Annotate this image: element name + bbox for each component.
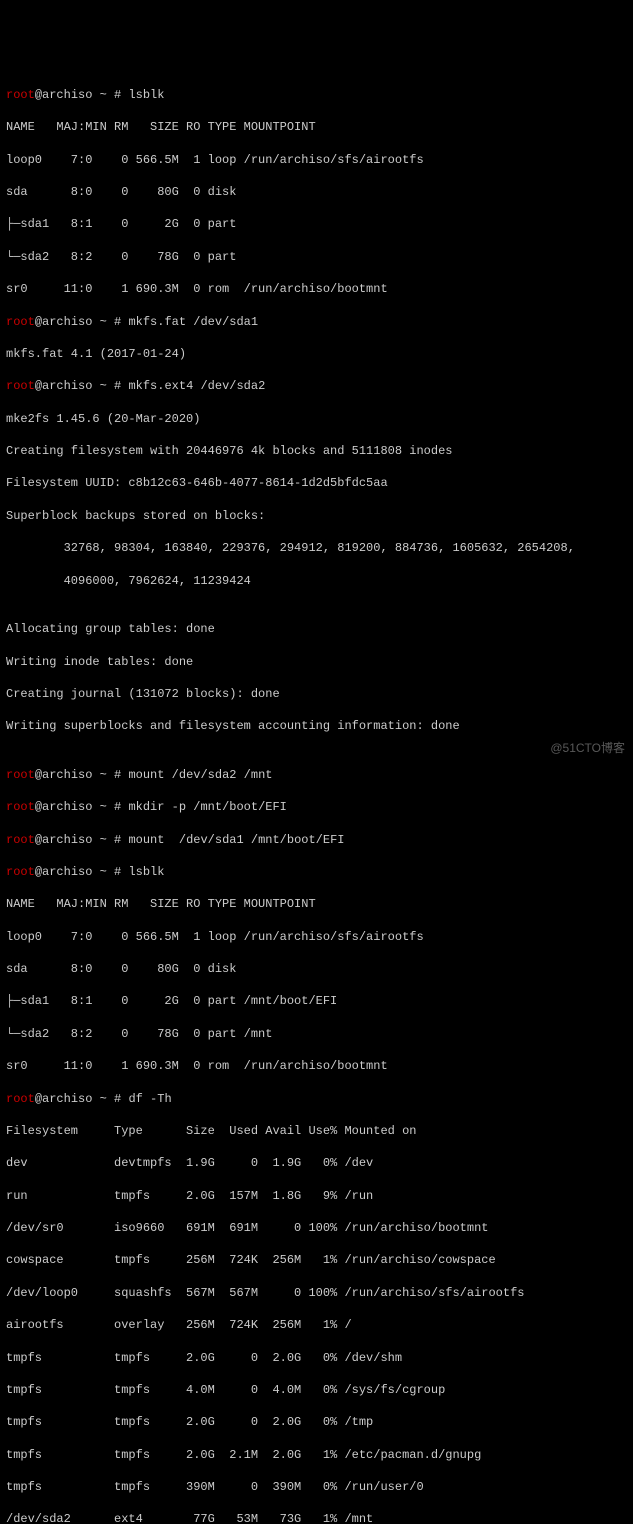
user: root [6,800,35,814]
df-row: tmpfs tmpfs 390M 0 390M 0% /run/user/0 [6,1479,627,1495]
lsblk-row: sr0 11:0 1 690.3M 0 rom /run/archiso/boo… [6,1058,627,1074]
lsblk-row: sr0 11:0 1 690.3M 0 rom /run/archiso/boo… [6,281,627,297]
df-row: tmpfs tmpfs 2.0G 2.1M 2.0G 1% /etc/pacma… [6,1447,627,1463]
df-row: run tmpfs 2.0G 157M 1.8G 9% /run [6,1188,627,1204]
output-line: Allocating group tables: done [6,621,627,637]
df-row: cowspace tmpfs 256M 724K 256M 1% /run/ar… [6,1252,627,1268]
watermark: @51CTO博客 [550,740,625,756]
user: root [6,315,35,329]
prompt-line[interactable]: root@archiso ~ # mkfs.ext4 /dev/sda2 [6,378,627,394]
lsblk-row: loop0 7:0 0 566.5M 1 loop /run/archiso/s… [6,152,627,168]
output-line: Writing inode tables: done [6,654,627,670]
lsblk-row: sda 8:0 0 80G 0 disk [6,184,627,200]
output-line: Creating journal (131072 blocks): done [6,686,627,702]
user: root [6,1092,35,1106]
df-row: /dev/sda2 ext4 77G 53M 73G 1% /mnt [6,1511,627,1524]
df-header: Filesystem Type Size Used Avail Use% Mou… [6,1123,627,1139]
output-line: mke2fs 1.45.6 (20-Mar-2020) [6,411,627,427]
prompt-line[interactable]: root@archiso ~ # lsblk [6,87,627,103]
df-row: /dev/sr0 iso9660 691M 691M 0 100% /run/a… [6,1220,627,1236]
prompt-line[interactable]: root@archiso ~ # mount /dev/sda2 /mnt [6,767,627,783]
user: root [6,768,35,782]
output-line: Writing superblocks and filesystem accou… [6,718,627,734]
user: root [6,833,35,847]
cmd: mount /dev/sda1 /mnt/boot/EFI [128,833,344,847]
cmd: mkfs.ext4 /dev/sda2 [128,379,265,393]
lsblk-row: └─sda2 8:2 0 78G 0 part /mnt [6,1026,627,1042]
cmd: mount /dev/sda2 /mnt [128,768,272,782]
output-line: Filesystem UUID: c8b12c63-646b-4077-8614… [6,475,627,491]
output-line: Superblock backups stored on blocks: [6,508,627,524]
lsblk-header: NAME MAJ:MIN RM SIZE RO TYPE MOUNTPOINT [6,896,627,912]
prompt-line[interactable]: root@archiso ~ # df -Th [6,1091,627,1107]
user: root [6,88,35,102]
output-line: 4096000, 7962624, 11239424 [6,573,627,589]
prompt-line[interactable]: root@archiso ~ # mkfs.fat /dev/sda1 [6,314,627,330]
prompt-line[interactable]: root@archiso ~ # mkdir -p /mnt/boot/EFI [6,799,627,815]
cmd: mkfs.fat /dev/sda1 [128,315,258,329]
lsblk-row: └─sda2 8:2 0 78G 0 part [6,249,627,265]
cmd: lsblk [128,88,164,102]
df-row: /dev/loop0 squashfs 567M 567M 0 100% /ru… [6,1285,627,1301]
cmd: df -Th [128,1092,171,1106]
prompt-line[interactable]: root@archiso ~ # lsblk [6,864,627,880]
df-row: airootfs overlay 256M 724K 256M 1% / [6,1317,627,1333]
lsblk-row: sda 8:0 0 80G 0 disk [6,961,627,977]
user: root [6,865,35,879]
output-line: 32768, 98304, 163840, 229376, 294912, 81… [6,540,627,556]
output-line: Creating filesystem with 20446976 4k blo… [6,443,627,459]
df-row: tmpfs tmpfs 4.0M 0 4.0M 0% /sys/fs/cgrou… [6,1382,627,1398]
terminal-output: root@archiso ~ # lsblk NAME MAJ:MIN RM S… [6,71,627,1524]
prompt-line[interactable]: root@archiso ~ # mount /dev/sda1 /mnt/bo… [6,832,627,848]
cmd: mkdir -p /mnt/boot/EFI [128,800,286,814]
lsblk-header: NAME MAJ:MIN RM SIZE RO TYPE MOUNTPOINT [6,119,627,135]
df-row: tmpfs tmpfs 2.0G 0 2.0G 0% /dev/shm [6,1350,627,1366]
cmd: lsblk [128,865,164,879]
df-row: tmpfs tmpfs 2.0G 0 2.0G 0% /tmp [6,1414,627,1430]
lsblk-row: ├─sda1 8:1 0 2G 0 part /mnt/boot/EFI [6,993,627,1009]
output-line: mkfs.fat 4.1 (2017-01-24) [6,346,627,362]
lsblk-row: loop0 7:0 0 566.5M 1 loop /run/archiso/s… [6,929,627,945]
df-row: dev devtmpfs 1.9G 0 1.9G 0% /dev [6,1155,627,1171]
lsblk-row: ├─sda1 8:1 0 2G 0 part [6,216,627,232]
user: root [6,379,35,393]
